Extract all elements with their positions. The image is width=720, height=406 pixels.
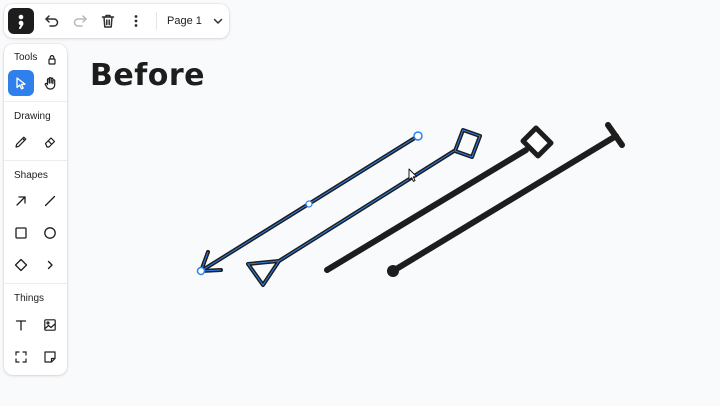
- selected-arrow-shape[interactable]: [196, 131, 423, 276]
- drawing-canvas[interactable]: [0, 0, 720, 406]
- selected-triangle-diamond-arrow-shape[interactable]: [246, 128, 482, 287]
- mouse-cursor-icon: [408, 168, 418, 182]
- bar-end-line-shape[interactable]: [387, 122, 625, 277]
